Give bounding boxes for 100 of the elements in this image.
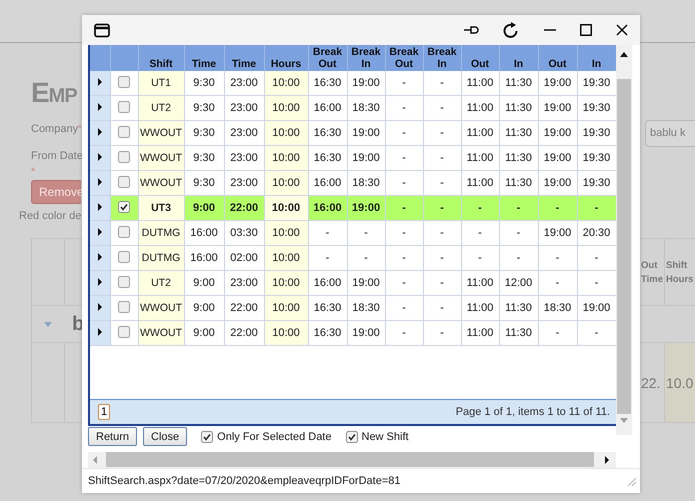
table-cell: -: [538, 270, 577, 296]
checkbox[interactable]: [346, 430, 358, 443]
table-cell: 19:00: [538, 146, 577, 171]
table-cell: -: [385, 196, 423, 221]
table-cell: -: [423, 270, 461, 296]
table-cell: -: [538, 196, 577, 221]
table-cell: -: [385, 71, 423, 96]
table-cell: 19:00: [538, 96, 577, 121]
table-cell: 16:00: [184, 220, 224, 246]
table-cell: -: [385, 296, 423, 321]
table-cell: -: [423, 120, 461, 146]
checkbox[interactable]: [118, 100, 130, 113]
checkbox[interactable]: [118, 276, 130, 288]
expand-icon[interactable]: [98, 228, 102, 236]
checkbox[interactable]: [118, 326, 130, 338]
table-cell: 11:00: [461, 296, 499, 321]
checkbox[interactable]: [118, 150, 130, 163]
pin-icon[interactable]: [463, 24, 479, 36]
close-button[interactable]: Close: [143, 427, 188, 446]
table-cell: 11:00: [461, 320, 499, 346]
checkbox[interactable]: [118, 200, 130, 213]
table-cell: 23:00: [224, 71, 264, 96]
expand-icon[interactable]: [98, 103, 102, 112]
expand-icon[interactable]: [98, 178, 102, 186]
page-button[interactable]: 1: [98, 404, 110, 420]
expand-icon[interactable]: [98, 278, 102, 286]
table-cell: 16:30: [308, 120, 347, 146]
table-row[interactable]: DUTMG 16:00 02:00 10:00 - - - - - - - -: [90, 246, 616, 271]
table-row[interactable]: WWOUT 9:30 23:00 10:00 16:30 19:00 - - 11:00 11:30 19:00 19:30: [90, 120, 616, 146]
column-header: Break Out: [385, 45, 423, 72]
table-cell: 11:30: [499, 120, 538, 146]
table-cell: 18:30: [347, 96, 385, 121]
table-cell: 16:00: [184, 246, 224, 271]
expand-icon[interactable]: [98, 253, 102, 262]
return-button[interactable]: Return: [88, 427, 138, 446]
table-row[interactable]: WWOUT 9:30 23:00 10:00 16:00 18:30 - - 11:00 11:30 19:00 19:30: [90, 170, 616, 196]
checkbox[interactable]: [118, 126, 130, 138]
table-row[interactable]: WWOUT 9:30 23:00 10:00 16:30 19:00 - - 11:00 11:30 19:00 19:30: [90, 146, 616, 171]
table-cell: 19:00: [538, 71, 577, 96]
table-row[interactable]: UT3 9:00 22:00 10:00 16:00 19:00 - - - - - -: [90, 196, 616, 221]
table-row[interactable]: UT1 9:30 23:00 10:00 16:30 19:00 - - 11:00 11:30 19:00 19:30: [90, 71, 616, 96]
scroll-up-icon[interactable]: [620, 51, 628, 58]
table-row[interactable]: WWOUT 9:00 22:00 10:00 16:30 18:30 - - 11:00 11:30 18:30 19:00: [90, 296, 616, 321]
table-cell: 19:00: [347, 120, 385, 146]
table-row[interactable]: WWOUT 9:00 22:00 10:00 16:30 19:00 - - 11:00 11:30 - -: [90, 320, 616, 346]
expand-icon[interactable]: [98, 328, 102, 336]
checkbox[interactable]: [118, 176, 130, 188]
table-cell: 18:30: [538, 296, 577, 321]
note-text: Red color de: [19, 210, 82, 222]
checkbox[interactable]: [201, 430, 214, 443]
table-cell: 23:00: [224, 146, 264, 171]
scroll-right-icon[interactable]: [604, 456, 610, 464]
scrollbar-thumb[interactable]: [617, 79, 631, 414]
refresh-icon[interactable]: [503, 22, 520, 39]
column-header: Break In: [347, 45, 385, 72]
table-cell: -: [423, 96, 461, 121]
table-cell: 11:00: [461, 96, 499, 121]
expand-icon[interactable]: [98, 78, 102, 86]
table-row[interactable]: DUTMG 16:00 03:30 10:00 - - - - - - 19:00 20:30: [90, 220, 616, 246]
checkbox[interactable]: [118, 300, 130, 313]
table-row[interactable]: UT2 9:30 23:00 10:00 16:00 18:30 - - 11:00 11:30 19:00 19:30: [90, 96, 616, 121]
table-cell: 11:30: [499, 296, 538, 321]
table-cell: 11:00: [461, 71, 499, 96]
scrollbar-thumb[interactable]: [106, 452, 594, 468]
checkbox[interactable]: [118, 226, 130, 238]
table-cell: UT2: [138, 96, 184, 121]
table-row[interactable]: UT2 9:00 23:00 10:00 16:00 19:00 - - 11:00 12:00 - -: [90, 270, 616, 296]
table-cell: 10:00: [264, 71, 308, 96]
close-icon[interactable]: [616, 24, 628, 36]
table-cell: 11:30: [499, 146, 538, 171]
resize-grip-icon[interactable]: [626, 476, 637, 487]
table-cell: 19:00: [347, 320, 385, 346]
window-icon: [94, 22, 110, 38]
expand-icon[interactable]: [98, 153, 102, 162]
column-header: Out: [538, 45, 577, 72]
table-cell: 10:00: [264, 196, 308, 221]
table-cell: 23:00: [224, 270, 264, 296]
checkbox[interactable]: [118, 250, 130, 263]
table-cell: -: [347, 220, 385, 246]
table-cell: -: [423, 146, 461, 171]
table-cell: 16:00: [308, 270, 347, 296]
page-heading: Emp: [31, 76, 78, 110]
table-cell: 11:30: [499, 96, 538, 121]
maximize-icon[interactable]: [580, 24, 592, 36]
column-header: Out: [461, 45, 499, 72]
expand-icon[interactable]: [98, 303, 102, 312]
table-cell: 16:30: [308, 71, 347, 96]
table-cell: 22:00: [224, 296, 264, 321]
checkbox[interactable]: [118, 76, 130, 88]
expand-icon[interactable]: [98, 128, 102, 136]
table-cell: 16:30: [308, 146, 347, 171]
table-cell: -: [423, 296, 461, 321]
table-cell: 10:00: [264, 96, 308, 121]
table-cell: -: [385, 270, 423, 296]
column-header: In: [577, 45, 616, 72]
column-header: Break Out: [308, 45, 347, 72]
table-cell: DUTMG: [138, 246, 184, 271]
expand-icon[interactable]: [98, 203, 102, 212]
table-cell: -: [423, 196, 461, 221]
table-cell: -: [385, 320, 423, 346]
